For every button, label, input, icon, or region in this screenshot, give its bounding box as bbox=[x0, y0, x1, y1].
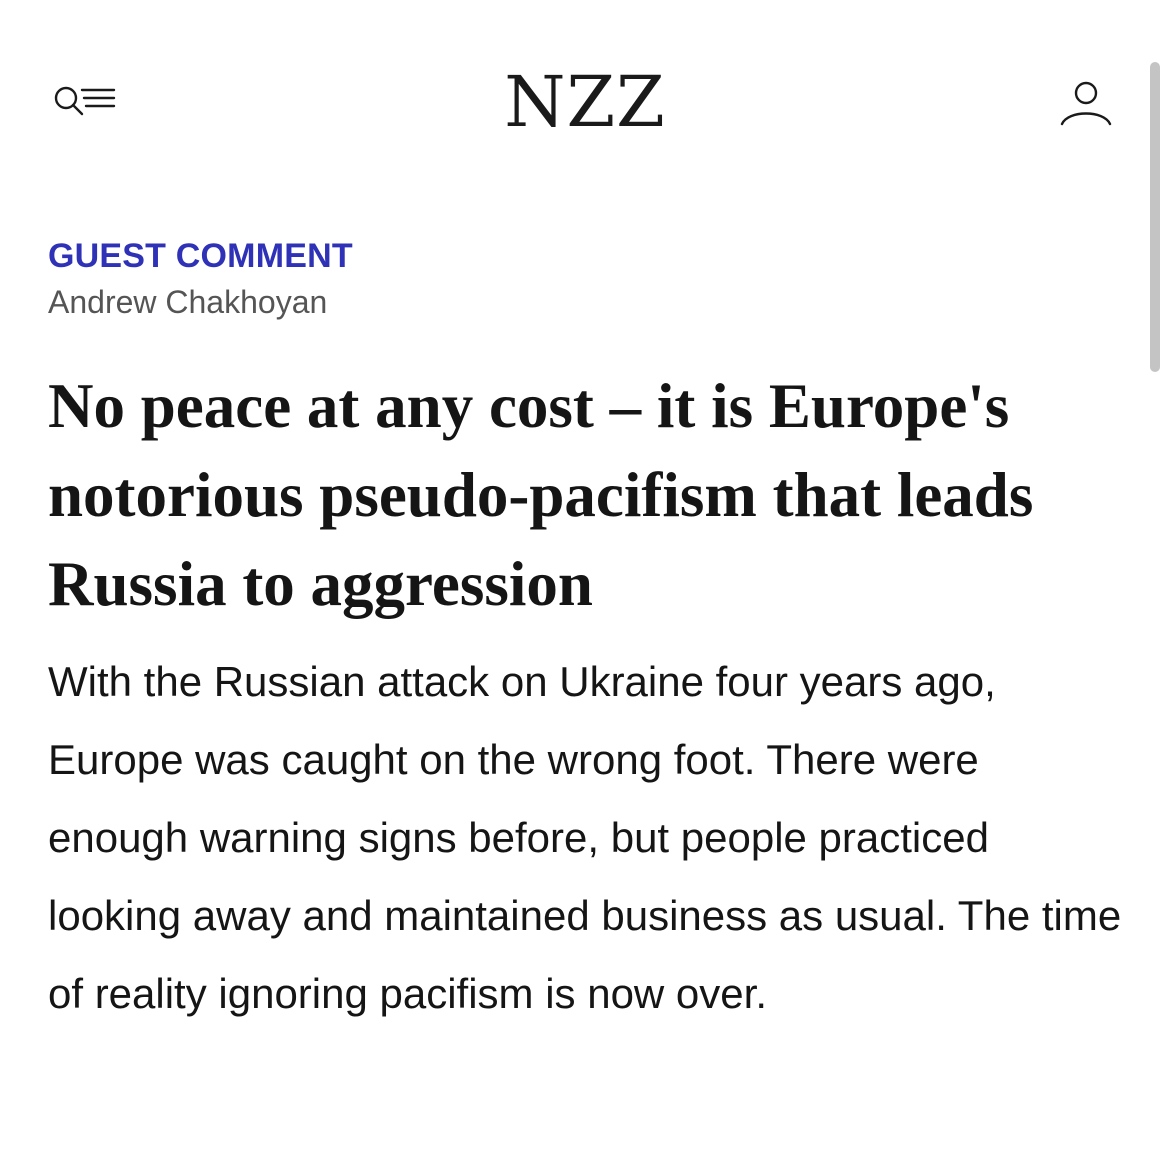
account-button[interactable] bbox=[1056, 78, 1116, 130]
scrollbar-thumb[interactable] bbox=[1150, 62, 1160, 372]
article-headline: No peace at any cost – it is Europe's no… bbox=[48, 371, 1034, 619]
author-name[interactable]: Andrew Chakhoyan bbox=[48, 280, 1128, 324]
article: GUEST COMMENT Andrew Chakhoyan No peace … bbox=[48, 234, 1128, 1033]
article-lead: With the Russian attack on Ukraine four … bbox=[48, 658, 1122, 1017]
top-bar: NZZ bbox=[0, 0, 1170, 190]
nzz-logo[interactable]: NZZ bbox=[0, 62, 1170, 142]
user-icon bbox=[1060, 81, 1112, 126]
section-label[interactable]: GUEST COMMENT bbox=[48, 234, 1128, 278]
